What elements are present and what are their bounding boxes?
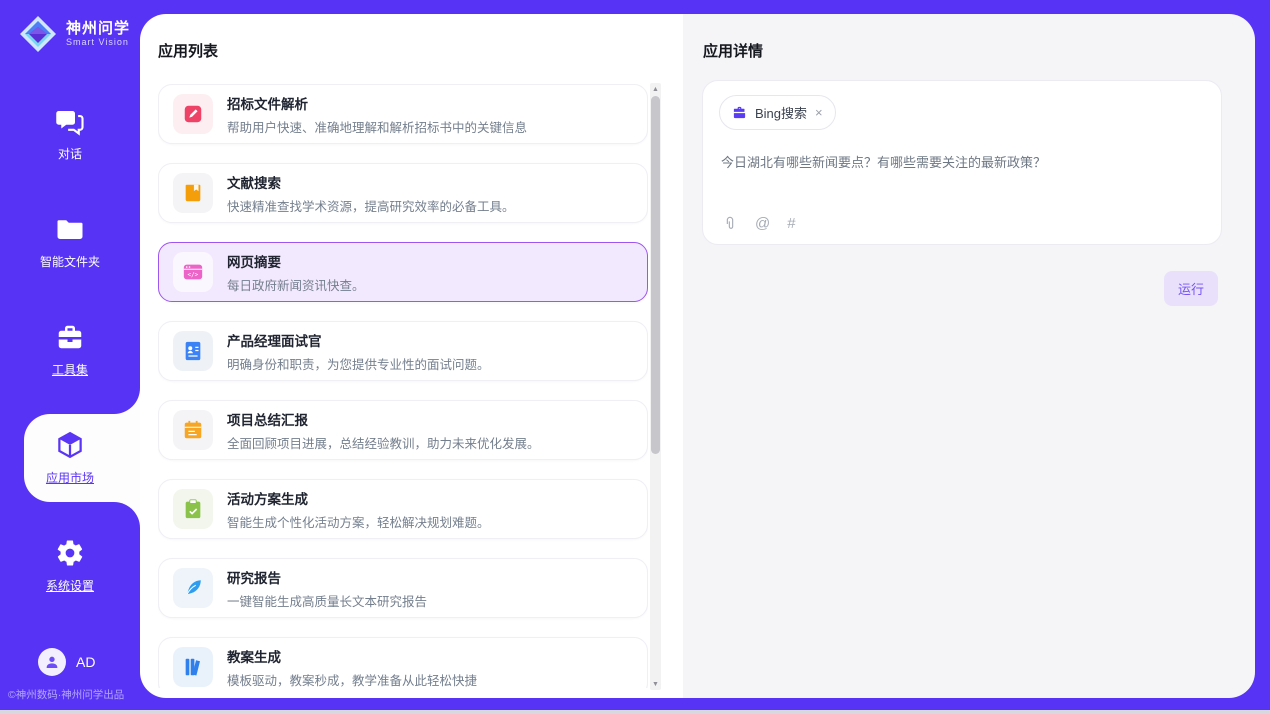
- app-card-desc: 智能生成个性化活动方案，轻松解决规划难题。: [227, 512, 490, 531]
- tool-tag-label: Bing搜索: [755, 103, 807, 122]
- app-card[interactable]: 研究报告一键智能生成高质量长文本研究报告: [158, 558, 648, 618]
- app-card-desc: 全面回顾项目进展，总结经验教训，助力未来优化发展。: [227, 433, 540, 452]
- gear-icon: [55, 538, 85, 568]
- diamond-logo-icon: [18, 14, 58, 54]
- copyright-text: ©神州数码·神州问学出品: [8, 687, 124, 702]
- app-list-panel: 应用列表 招标文件解析帮助用户快速、准确地理解和解析招标书中的关键信息文献搜索快…: [140, 14, 683, 698]
- folder-icon: [55, 214, 85, 244]
- app-card[interactable]: 教案生成模板驱动，教案秒成，教学准备从此轻松快捷: [158, 637, 648, 688]
- at-icon[interactable]: @: [755, 215, 770, 232]
- app-card-title: 网页摘要: [227, 251, 365, 271]
- app-card-title: 招标文件解析: [227, 93, 527, 113]
- run-button[interactable]: 运行: [1164, 271, 1218, 306]
- user-avatar[interactable]: AD: [38, 648, 95, 676]
- query-input[interactable]: 今日湖北有哪些新闻要点？有哪些需要关注的最新政策？: [721, 153, 1203, 173]
- note-icon: [173, 410, 213, 450]
- brand-name: 神州问学: [66, 20, 130, 37]
- app-card-title: 研究报告: [227, 567, 427, 587]
- attach-toolbar: @ #: [721, 215, 796, 232]
- app-card-desc: 每日政府新闻资讯快查。: [227, 275, 365, 294]
- app-frame: 神州问学 Smart Vision 对话智能文件夹工具集应用市场系统设置 AD …: [0, 0, 1270, 710]
- sidebar: 神州问学 Smart Vision 对话智能文件夹工具集应用市场系统设置 AD …: [0, 0, 140, 710]
- tag-close-icon[interactable]: ×: [815, 106, 823, 119]
- prompt-card: Bing搜索 × 今日湖北有哪些新闻要点？有哪些需要关注的最新政策？ @ #: [702, 80, 1222, 245]
- sidebar-item-smart-folders[interactable]: 智能文件夹: [0, 188, 140, 296]
- app-card-desc: 明确身份和职责，为您提供专业性的面试问题。: [227, 354, 490, 373]
- list-scrollbar[interactable]: ▲ ▼: [650, 83, 661, 690]
- app-detail-title: 应用详情: [703, 40, 763, 61]
- app-card[interactable]: 招标文件解析帮助用户快速、准确地理解和解析招标书中的关键信息: [158, 84, 648, 144]
- app-card[interactable]: 项目总结汇报全面回顾项目进展，总结经验教训，助力未来优化发展。: [158, 400, 648, 460]
- person-icon: [44, 654, 60, 670]
- book-icon: [173, 173, 213, 213]
- content-area: 应用列表 招标文件解析帮助用户快速、准确地理解和解析招标书中的关键信息文献搜索快…: [140, 14, 1255, 698]
- browser-code-icon: </>: [173, 252, 213, 292]
- app-card-desc: 模板驱动，教案秒成，教学准备从此轻松快捷: [227, 670, 477, 689]
- toolbox-icon: [55, 322, 85, 352]
- svg-text:</>: </>: [188, 272, 199, 279]
- sidebar-item-chat[interactable]: 对话: [0, 80, 140, 188]
- hash-icon[interactable]: #: [787, 215, 795, 232]
- pen-square-icon: [173, 94, 213, 134]
- app-card-title: 项目总结汇报: [227, 409, 540, 429]
- app-card[interactable]: 活动方案生成智能生成个性化活动方案，轻松解决规划难题。: [158, 479, 648, 539]
- quill-icon: [173, 568, 213, 608]
- app-card-title: 文献搜索: [227, 172, 515, 192]
- scrollbar-thumb[interactable]: [651, 96, 660, 454]
- app-card[interactable]: </> 网页摘要每日政府新闻资讯快查。: [158, 242, 648, 302]
- app-detail-panel: 应用详情 Bing搜索 × 今日湖北有哪些新闻要点？有哪些需要关注的最新政策？ …: [683, 14, 1255, 698]
- cube-icon: [55, 430, 85, 460]
- app-card-title: 活动方案生成: [227, 488, 490, 508]
- sidebar-nav: 对话智能文件夹工具集应用市场系统设置: [0, 80, 140, 620]
- brand-logo: 神州问学 Smart Vision: [0, 0, 140, 54]
- brand-subtitle: Smart Vision: [66, 37, 130, 47]
- app-card-title: 教案生成: [227, 646, 477, 666]
- app-list-title: 应用列表: [158, 40, 218, 61]
- user-initials: AD: [76, 654, 95, 670]
- paperclip-icon[interactable]: [721, 215, 738, 232]
- books-icon: [173, 647, 213, 687]
- app-card[interactable]: 文献搜索快速精准查找学术资源，提高研究效率的必备工具。: [158, 163, 648, 223]
- tool-tag[interactable]: Bing搜索 ×: [719, 95, 836, 130]
- scroll-down-icon[interactable]: ▼: [650, 678, 661, 690]
- briefcase-icon: [732, 105, 747, 120]
- sidebar-item-settings[interactable]: 系统设置: [0, 512, 140, 620]
- scroll-up-icon[interactable]: ▲: [650, 83, 661, 95]
- chat-icon: [55, 106, 85, 136]
- clipboard-check-icon: [173, 489, 213, 529]
- avatar: [38, 648, 66, 676]
- sidebar-item-app-market[interactable]: 应用市场: [0, 404, 140, 512]
- app-list: 招标文件解析帮助用户快速、准确地理解和解析招标书中的关键信息文献搜索快速精准查找…: [158, 84, 648, 688]
- app-card-desc: 快速精准查找学术资源，提高研究效率的必备工具。: [227, 196, 515, 215]
- app-card-title: 产品经理面试官: [227, 330, 490, 350]
- resume-icon: [173, 331, 213, 371]
- app-card-desc: 帮助用户快速、准确地理解和解析招标书中的关键信息: [227, 117, 527, 136]
- app-card[interactable]: 产品经理面试官明确身份和职责，为您提供专业性的面试问题。: [158, 321, 648, 381]
- app-card-desc: 一键智能生成高质量长文本研究报告: [227, 591, 427, 610]
- sidebar-item-toolset[interactable]: 工具集: [0, 296, 140, 404]
